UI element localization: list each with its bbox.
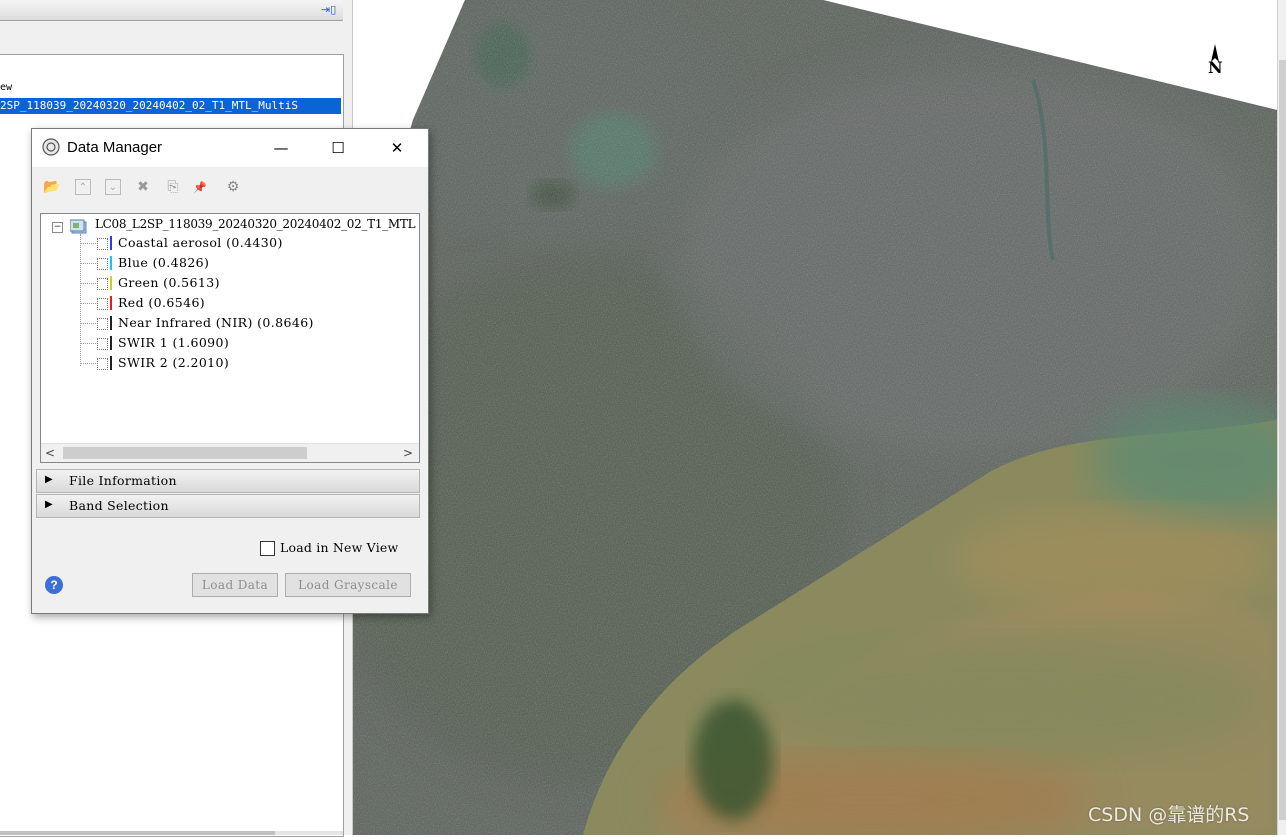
band-label: Red (0.6546) — [118, 295, 206, 310]
layer-manager-toolbar: ⇥▯ — [0, 0, 343, 21]
pin-button[interactable]: 📌 — [190, 177, 210, 197]
expand-section-icon: ▶ — [45, 499, 53, 510]
load-data-button[interactable]: Load Data — [192, 573, 278, 597]
band-item[interactable]: Near Infrared (NIR) (0.8646) — [80, 314, 410, 334]
dialog-title: Data Manager — [67, 139, 163, 156]
close-all-files-button[interactable]: ⎘ — [163, 177, 183, 197]
satellite-image — [353, 0, 1277, 835]
band-checkbox[interactable] — [97, 358, 108, 370]
selected-layer-item[interactable]: 2SP_118039_20240320_20240402_02_T1_MTL_M… — [0, 98, 341, 114]
band-checkbox[interactable] — [97, 258, 108, 270]
dialog-titlebar[interactable]: Data Manager — ☐ ✕ — [32, 129, 428, 167]
raster-file-icon — [70, 219, 87, 234]
left-horizontal-scrollbar[interactable] — [0, 831, 343, 835]
file-name-node[interactable]: LC08_L2SP_118039_20240320_20240402_02_T1… — [95, 217, 416, 231]
open-file-icon: 📂 — [43, 179, 61, 195]
dock-panel-icon[interactable]: ⇥▯ — [321, 3, 337, 17]
options-button[interactable]: ⚙ — [223, 177, 243, 197]
open-file-button[interactable]: 📂 — [42, 177, 62, 197]
band-item[interactable]: Coastal aerosol (0.4430) — [80, 234, 410, 254]
collapse-all-icon: ⌃ — [75, 179, 91, 195]
band-checkbox[interactable] — [97, 338, 108, 350]
maximize-icon: ☐ — [331, 139, 345, 157]
load-grayscale-button[interactable]: Load Grayscale — [285, 573, 411, 597]
view-node-label[interactable]: ew — [0, 82, 12, 93]
file-band-tree[interactable]: − LC08_L2SP_118039_20240320_20240402_02_… — [40, 213, 420, 463]
maximize-button[interactable]: ☐ — [315, 129, 361, 167]
band-label: SWIR 2 (2.2010) — [118, 355, 230, 370]
tree-horizontal-scrollbar[interactable]: < > — [41, 443, 419, 462]
band-item[interactable]: Blue (0.4826) — [80, 254, 410, 274]
collapse-all-button[interactable]: ⌃ — [73, 177, 93, 197]
image-display[interactable] — [353, 0, 1277, 835]
band-label: Blue (0.4826) — [118, 255, 210, 270]
minimize-button[interactable]: — — [258, 129, 304, 167]
band-color-swatch — [110, 356, 112, 370]
band-color-swatch — [110, 236, 112, 250]
band-label: Green (0.5613) — [118, 275, 220, 290]
band-item[interactable]: Red (0.6546) — [80, 294, 410, 314]
band-checkbox[interactable] — [97, 298, 108, 310]
expand-section-icon: ▶ — [45, 474, 53, 485]
band-checkbox[interactable] — [97, 238, 108, 250]
north-label: N — [1208, 58, 1223, 77]
minimize-icon: — — [273, 139, 289, 157]
band-checkbox[interactable] — [97, 318, 108, 330]
load-in-new-view-checkbox[interactable] — [260, 541, 275, 556]
band-color-swatch — [110, 336, 112, 350]
close-button[interactable]: ✕ — [374, 129, 420, 167]
expand-all-button[interactable]: ⌄ — [103, 177, 123, 197]
load-in-new-view-label[interactable]: Load in New View — [280, 540, 398, 555]
help-button[interactable]: ? — [45, 576, 63, 594]
band-label: Near Infrared (NIR) (0.8646) — [118, 315, 314, 330]
scroll-left-icon[interactable]: < — [45, 446, 55, 460]
band-selection-section[interactable]: ▶ Band Selection — [36, 494, 420, 518]
close-file-button[interactable]: ✖ — [133, 177, 153, 197]
band-label: Coastal aerosol (0.4430) — [118, 235, 283, 250]
collapse-node-icon[interactable]: − — [52, 222, 63, 233]
data-manager-dialog: Data Manager — ☐ ✕ 📂 ⌃ ⌄ ✖ ⎘ 📌 ⚙ − LC08_… — [31, 128, 429, 614]
file-information-label: File Information — [69, 473, 177, 488]
scroll-right-icon[interactable]: > — [403, 446, 413, 460]
pin-icon: 📌 — [193, 180, 207, 194]
help-icon: ? — [50, 578, 58, 592]
band-color-swatch — [110, 256, 112, 270]
close-file-icon: ✖ — [137, 179, 149, 195]
app-icon — [42, 138, 60, 156]
expand-all-icon: ⌄ — [105, 179, 121, 195]
scrollbar-thumb[interactable] — [63, 447, 307, 459]
band-item[interactable]: SWIR 2 (2.2010) — [80, 354, 410, 374]
band-selection-label: Band Selection — [69, 498, 169, 513]
watermark: CSDN @靠谱的RS — [1088, 804, 1250, 826]
band-item[interactable]: SWIR 1 (1.6090) — [80, 334, 410, 354]
band-color-swatch — [110, 296, 112, 310]
band-checkbox[interactable] — [97, 278, 108, 290]
band-item[interactable]: Green (0.5613) — [80, 274, 410, 294]
file-information-section[interactable]: ▶ File Information — [36, 469, 420, 493]
band-color-swatch — [110, 316, 112, 330]
options-icon: ⚙ — [226, 179, 240, 195]
band-label: SWIR 1 (1.6090) — [118, 335, 230, 350]
band-color-swatch — [110, 276, 112, 290]
close-all-icon: ⎘ — [167, 179, 179, 195]
right-vertical-scrollbar[interactable] — [1277, 0, 1286, 835]
close-icon: ✕ — [390, 139, 404, 157]
